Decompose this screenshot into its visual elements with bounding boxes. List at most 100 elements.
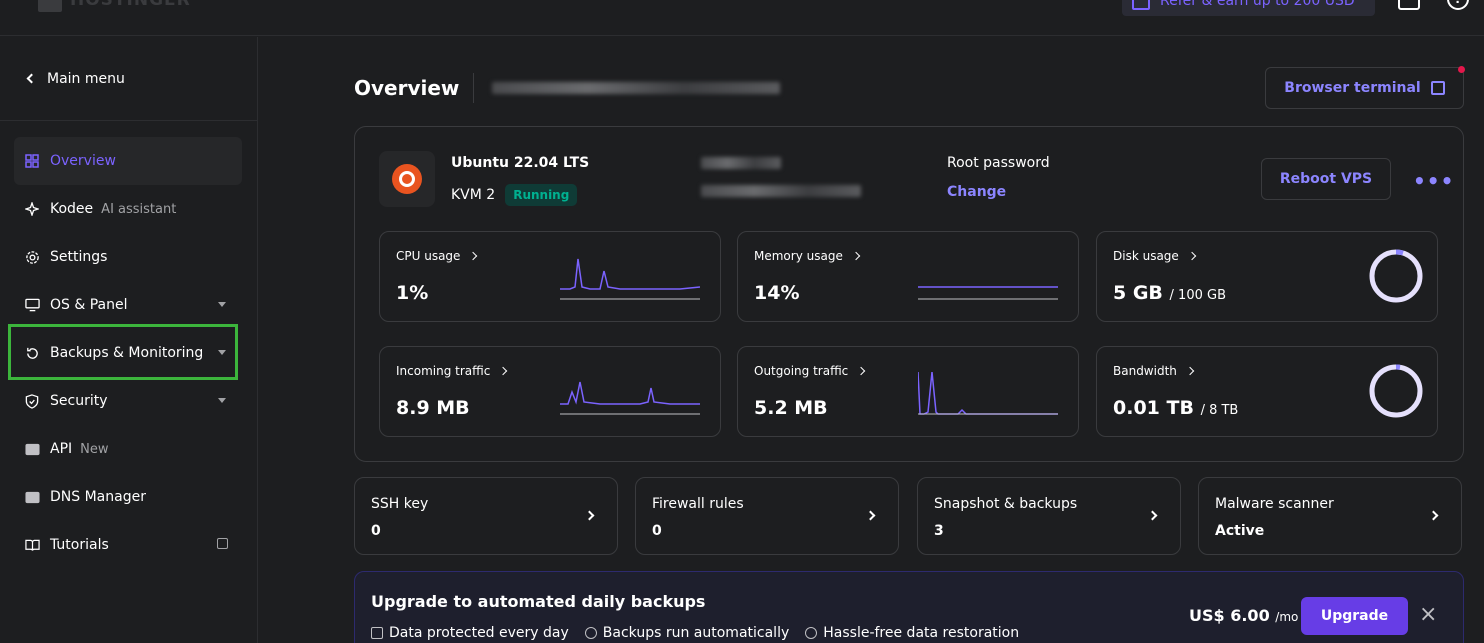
card-value: 0: [652, 523, 662, 539]
card-title: Malware scanner: [1215, 496, 1334, 512]
sidebar-item-tutorials[interactable]: Tutorials: [14, 521, 242, 569]
notification-icon[interactable]: [1398, 0, 1420, 10]
refresh-icon: [584, 627, 597, 639]
chevron-right-icon: [1187, 251, 1197, 261]
reboot-vps-button[interactable]: Reboot VPS: [1261, 158, 1391, 200]
stat-value: 14%: [754, 282, 800, 304]
notification-dot: [1458, 66, 1465, 73]
chevron-left-icon: [26, 73, 37, 84]
upgrade-title: Upgrade to automated daily backups: [371, 592, 706, 611]
chevron-right-icon: [851, 251, 861, 261]
ssh-key-card[interactable]: SSH key 0: [354, 477, 618, 555]
browser-terminal-button[interactable]: Browser terminal: [1265, 66, 1465, 109]
dns-icon: [24, 489, 40, 505]
snapshot-backups-card[interactable]: Snapshot & backups 3: [917, 477, 1181, 555]
upgrade-button[interactable]: Upgrade: [1301, 597, 1408, 635]
sidebar-item-label: Tutorials: [50, 537, 109, 553]
feature-item: Hassle-free data restoration: [805, 625, 1019, 641]
server-panel: Ubuntu 22.04 LTS KVM 2 Running Root pass…: [354, 126, 1464, 462]
page-title: Overview: [354, 76, 460, 100]
sidebar-item-settings[interactable]: Settings: [14, 233, 242, 281]
outgoing-sparkline: [918, 372, 1058, 415]
chevron-right-icon: [584, 510, 595, 521]
hostinger-logo[interactable]: HOSTINGER: [38, 0, 191, 12]
change-password-link[interactable]: Change: [947, 184, 1006, 200]
stat-disk[interactable]: Disk usage 5 GB / 100 GB: [1096, 231, 1438, 322]
chevron-right-icon: [499, 366, 508, 376]
stat-label: Disk usage: [1113, 249, 1197, 263]
plan-name: KVM 2: [451, 187, 496, 203]
stat-label: Memory usage: [754, 249, 861, 263]
stat-value: 5.2 MB: [754, 397, 828, 419]
divider: [473, 73, 475, 103]
main-menu-link[interactable]: Main menu: [0, 37, 257, 121]
history-icon: [805, 627, 818, 639]
stat-value: 0.01 TB / 8 TB: [1113, 397, 1239, 419]
sidebar-item-label: Overview: [50, 153, 116, 169]
sidebar-item-kodee[interactable]: Kodee AI assistant: [14, 185, 242, 233]
stat-value: 1%: [396, 282, 429, 304]
bandwidth-donut: [1369, 364, 1423, 418]
stat-incoming-traffic[interactable]: Incoming traffic 8.9 MB: [379, 346, 721, 437]
sidebar-item-dns-manager[interactable]: DNS Manager: [14, 473, 242, 521]
blurred-hostname-label: [701, 157, 781, 169]
card-value: 0: [371, 523, 381, 539]
help-icon[interactable]: ?: [1447, 0, 1469, 10]
main-content: Overview Browser terminal Ubuntu 22.04 L…: [354, 66, 1465, 643]
sidebar-item-os-panel[interactable]: OS & Panel: [14, 281, 242, 329]
caret-down-icon: [218, 302, 226, 307]
card-value: 3: [934, 523, 944, 539]
chevron-right-icon: [1428, 510, 1439, 521]
feature-item: Backups run automatically: [584, 625, 789, 641]
sidebar-item-api[interactable]: API New: [14, 425, 242, 473]
chevron-right-icon: [1185, 366, 1195, 376]
sidebar-item-label: DNS Manager: [50, 489, 146, 505]
top-bar: HOSTINGER Refer & earn up to 200 USD ?: [0, 0, 1484, 36]
gift-icon: [1132, 0, 1150, 10]
os-name: Ubuntu 22.04 LTS: [451, 155, 590, 171]
sidebar-item-label: Kodee: [50, 201, 94, 217]
plan-row: KVM 2 Running: [451, 184, 578, 206]
sidebar-item-overview[interactable]: Overview: [14, 137, 242, 185]
blurred-hostname-value: [701, 185, 861, 197]
stat-outgoing-traffic[interactable]: Outgoing traffic 5.2 MB: [737, 346, 1079, 437]
selection-highlight: [8, 324, 238, 380]
sidebar-item-label: Settings: [50, 249, 108, 265]
title-row: Overview Browser terminal: [354, 66, 1465, 110]
logo-text: HOSTINGER: [70, 0, 191, 10]
refer-button[interactable]: Refer & earn up to 200 USD: [1122, 0, 1375, 16]
ubuntu-icon: [392, 164, 422, 194]
shield-icon: [24, 393, 40, 409]
book-icon: [24, 537, 40, 553]
price: US$ 6.00 /mo: [1189, 606, 1299, 625]
sidebar-item-security[interactable]: Security: [14, 377, 242, 425]
stat-cpu[interactable]: CPU usage 1%: [379, 231, 721, 322]
upgrade-banner: Upgrade to automated daily backups Data …: [354, 571, 1464, 643]
malware-scanner-card[interactable]: Malware scanner Active: [1198, 477, 1462, 555]
external-link-icon: [1430, 81, 1445, 95]
os-logo: [379, 151, 435, 207]
card-title: SSH key: [371, 496, 429, 512]
stat-memory[interactable]: Memory usage 14%: [737, 231, 1079, 322]
external-link-icon: [217, 538, 228, 549]
sidebar-item-label: OS & Panel: [50, 297, 128, 313]
chevron-right-icon: [469, 251, 478, 261]
monitor-icon: [24, 297, 40, 313]
caret-down-icon: [218, 398, 226, 403]
logo-icon: [38, 0, 62, 12]
card-title: Snapshot & backups: [934, 496, 1078, 512]
firewall-rules-card[interactable]: Firewall rules 0: [635, 477, 899, 555]
stat-value: 8.9 MB: [396, 397, 470, 419]
sparkle-icon: [24, 201, 40, 217]
stat-label: Bandwidth: [1113, 364, 1195, 378]
incoming-sparkline: [560, 381, 700, 415]
more-options-icon[interactable]: •••: [1413, 169, 1454, 193]
stat-value: 5 GB / 100 GB: [1113, 282, 1226, 304]
main-menu-label: Main menu: [47, 70, 125, 87]
upgrade-features: Data protected every day Backups run aut…: [371, 625, 1019, 641]
calendar-icon: [371, 627, 383, 639]
sidebar-item-label: Security: [50, 393, 108, 409]
close-icon[interactable]: ×: [1419, 602, 1437, 627]
stat-bandwidth[interactable]: Bandwidth 0.01 TB / 8 TB: [1096, 346, 1438, 437]
sidebar-item-sublabel: AI assistant: [101, 201, 177, 217]
